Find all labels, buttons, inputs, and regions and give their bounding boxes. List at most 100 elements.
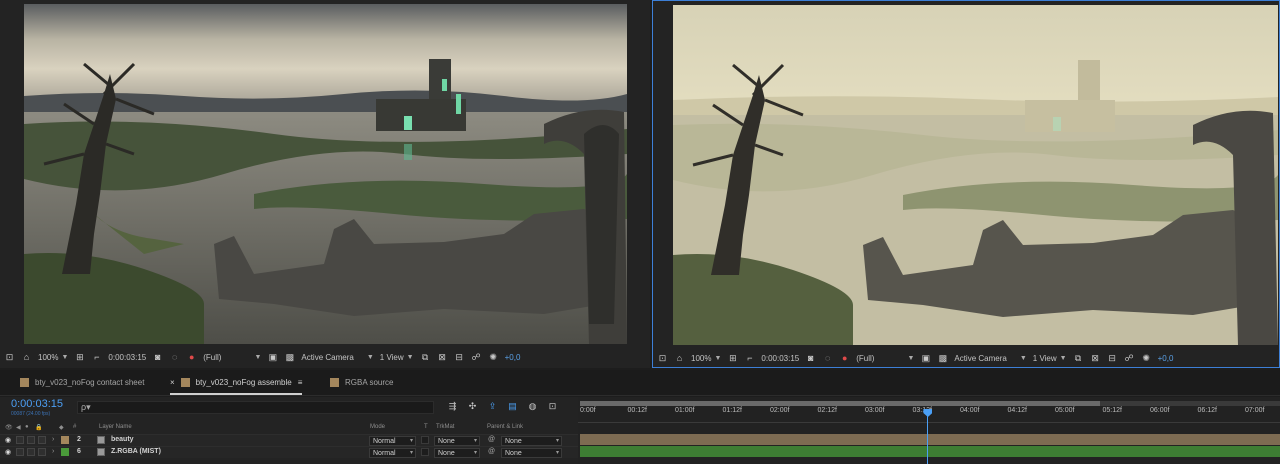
- preserve-transparency-toggle[interactable]: [421, 436, 429, 444]
- blend-mode-dropdown[interactable]: Normal ▾: [369, 436, 416, 446]
- region-toggle-icon[interactable]: ▣: [920, 353, 931, 363]
- col-trkmat[interactable]: TrkMat: [436, 424, 454, 430]
- exposure-reset-icon[interactable]: ✺: [1141, 353, 1152, 363]
- solo-toggle[interactable]: [27, 436, 35, 444]
- composition-color-swatch: [180, 378, 190, 387]
- flowchart-icon[interactable]: ☍: [471, 352, 482, 362]
- eye-icon[interactable]: ◉: [5, 448, 11, 456]
- trkmat-dropdown[interactable]: None ▾: [434, 448, 480, 458]
- fast-previews-icon[interactable]: ⊠: [1090, 353, 1101, 363]
- timeline-current-time[interactable]: 0:00:03:15: [11, 398, 63, 410]
- layer-name[interactable]: beauty: [111, 436, 134, 443]
- exposure-value[interactable]: +0,0: [1158, 354, 1174, 363]
- timeline-icon[interactable]: ⊟: [454, 352, 465, 362]
- view-layout-dropdown[interactable]: 1 View ▼: [380, 353, 414, 362]
- tab-rgba-source[interactable]: RGBA source: [330, 378, 393, 387]
- snapshot-camera-icon[interactable]: ◙: [152, 352, 163, 362]
- current-timecode[interactable]: 0:00:03:15: [761, 354, 799, 363]
- pickwhip-icon[interactable]: @: [488, 448, 495, 455]
- toggle-pixel-aspect-icon[interactable]: ⧉: [1073, 353, 1084, 363]
- layer-label-color[interactable]: [61, 436, 69, 444]
- blend-mode-dropdown[interactable]: Normal ▾: [369, 448, 416, 458]
- col-layer-name[interactable]: Layer Name: [99, 424, 132, 430]
- shy-layers-icon[interactable]: ⇪: [487, 401, 498, 411]
- graph-editor-icon[interactable]: ⊡: [547, 401, 558, 411]
- chevron-down-icon: ▼: [1059, 354, 1067, 362]
- layer-row[interactable]: ◉ › 6 Z.RGBA (MIST) Normal ▾ None ▾ @ None…: [0, 446, 578, 458]
- label-icon: ◆: [59, 425, 64, 431]
- footage-icon: [97, 436, 105, 444]
- col-mode[interactable]: Mode: [370, 424, 385, 430]
- exposure-value[interactable]: +0,0: [505, 353, 521, 362]
- parent-dropdown[interactable]: None ▾: [501, 436, 562, 446]
- mask-visibility-icon[interactable]: ⌐: [91, 352, 102, 362]
- frame-blending-icon[interactable]: ▤: [507, 401, 518, 411]
- playhead-line[interactable]: [927, 409, 929, 464]
- preserve-transparency-toggle[interactable]: [421, 448, 429, 456]
- work-area-bar[interactable]: [580, 401, 1100, 406]
- layer-column-headers: 👁 ◀ ● 🔒 ◆ # Layer Name Mode T TrkMat Par…: [0, 423, 578, 432]
- current-timecode[interactable]: 0:00:03:15: [108, 353, 146, 362]
- zoom-dropdown[interactable]: 100% ▼: [38, 353, 68, 362]
- comp-flowchart-icon[interactable]: ⇶: [447, 401, 458, 411]
- lock-toggle[interactable]: [38, 448, 46, 456]
- vr-goggles-icon[interactable]: ⌂: [21, 352, 32, 362]
- show-snapshot-icon[interactable]: ◌: [169, 352, 180, 362]
- parent-dropdown[interactable]: None ▾: [501, 448, 562, 458]
- layer-name[interactable]: Z.RGBA (MIST): [111, 448, 161, 455]
- trkmat-dropdown[interactable]: None ▾: [434, 436, 480, 446]
- eye-icon[interactable]: ◉: [5, 436, 11, 444]
- flowchart-icon[interactable]: ☍: [1124, 353, 1135, 363]
- ruler-tick-label: 02:12f: [817, 407, 837, 414]
- close-icon[interactable]: ×: [170, 378, 175, 387]
- layer-search-input[interactable]: ρ▾: [77, 401, 434, 414]
- panel-menu-icon[interactable]: ≡: [298, 378, 303, 387]
- audio-toggle[interactable]: [16, 448, 24, 456]
- region-of-interest-icon[interactable]: ⊡: [657, 353, 668, 363]
- region-of-interest-icon[interactable]: ⊡: [4, 352, 15, 362]
- draft-3d-icon[interactable]: ✣: [467, 401, 478, 411]
- composition-frame-mist[interactable]: [673, 5, 1278, 345]
- pickwhip-icon[interactable]: @: [488, 436, 495, 443]
- exposure-reset-icon[interactable]: ✺: [488, 352, 499, 362]
- transparency-grid-icon[interactable]: ▩: [284, 352, 295, 362]
- zoom-dropdown[interactable]: 100% ▼: [691, 354, 721, 363]
- resolution-dropdown[interactable]: (Full) ▼: [856, 354, 914, 363]
- col-t[interactable]: T: [424, 424, 428, 430]
- motion-blur-icon[interactable]: ◍: [527, 401, 538, 411]
- composition-frame-beauty[interactable]: [24, 4, 627, 344]
- layer-duration-bar[interactable]: [580, 446, 1280, 457]
- chevron-down-icon: ▾: [473, 450, 477, 456]
- timeline-graph-panel: 0:00f 00:12f 01:00f 01:12f 02:00f 02:12f 03:00…: [578, 397, 1280, 464]
- chevron-right-icon[interactable]: ›: [52, 436, 54, 443]
- snapshot-camera-icon[interactable]: ◙: [805, 353, 816, 363]
- color-channels-icon[interactable]: ●: [839, 353, 850, 363]
- fast-previews-icon[interactable]: ⊠: [437, 352, 448, 362]
- show-snapshot-icon[interactable]: ◌: [822, 353, 833, 363]
- region-toggle-icon[interactable]: ▣: [267, 352, 278, 362]
- grid-guides-icon[interactable]: ⊞: [74, 352, 85, 362]
- tab-assemble[interactable]: × bty_v023_noFog assemble ≡: [170, 378, 303, 395]
- layer-label-color[interactable]: [61, 448, 69, 456]
- col-parent[interactable]: Parent & Link: [487, 424, 523, 430]
- resolution-dropdown[interactable]: (Full) ▼: [203, 353, 261, 362]
- view-layout-dropdown[interactable]: 1 View ▼: [1033, 354, 1067, 363]
- chevron-right-icon[interactable]: ›: [52, 448, 54, 455]
- camera-dropdown[interactable]: Active Camera ▼: [954, 354, 1026, 363]
- timeline-icon[interactable]: ⊟: [1107, 353, 1118, 363]
- mask-visibility-icon[interactable]: ⌐: [744, 353, 755, 363]
- transparency-grid-icon[interactable]: ▩: [937, 353, 948, 363]
- solo-toggle[interactable]: [27, 448, 35, 456]
- tab-contact-sheet[interactable]: bty_v023_noFog contact sheet: [20, 378, 144, 387]
- vr-goggles-icon[interactable]: ⌂: [674, 353, 685, 363]
- audio-toggle[interactable]: [16, 436, 24, 444]
- lock-toggle[interactable]: [38, 436, 46, 444]
- eye-icon: 👁: [5, 425, 13, 431]
- camera-dropdown[interactable]: Active Camera ▼: [301, 353, 373, 362]
- grid-guides-icon[interactable]: ⊞: [727, 353, 738, 363]
- ruler-tick-label: 01:00f: [675, 407, 695, 414]
- layer-row[interactable]: ◉ › 2 beauty Normal ▾ None ▾ @ None ▾: [0, 434, 578, 446]
- toggle-pixel-aspect-icon[interactable]: ⧉: [420, 352, 431, 362]
- color-channels-icon[interactable]: ●: [186, 352, 197, 362]
- layer-duration-bar[interactable]: [580, 434, 1280, 445]
